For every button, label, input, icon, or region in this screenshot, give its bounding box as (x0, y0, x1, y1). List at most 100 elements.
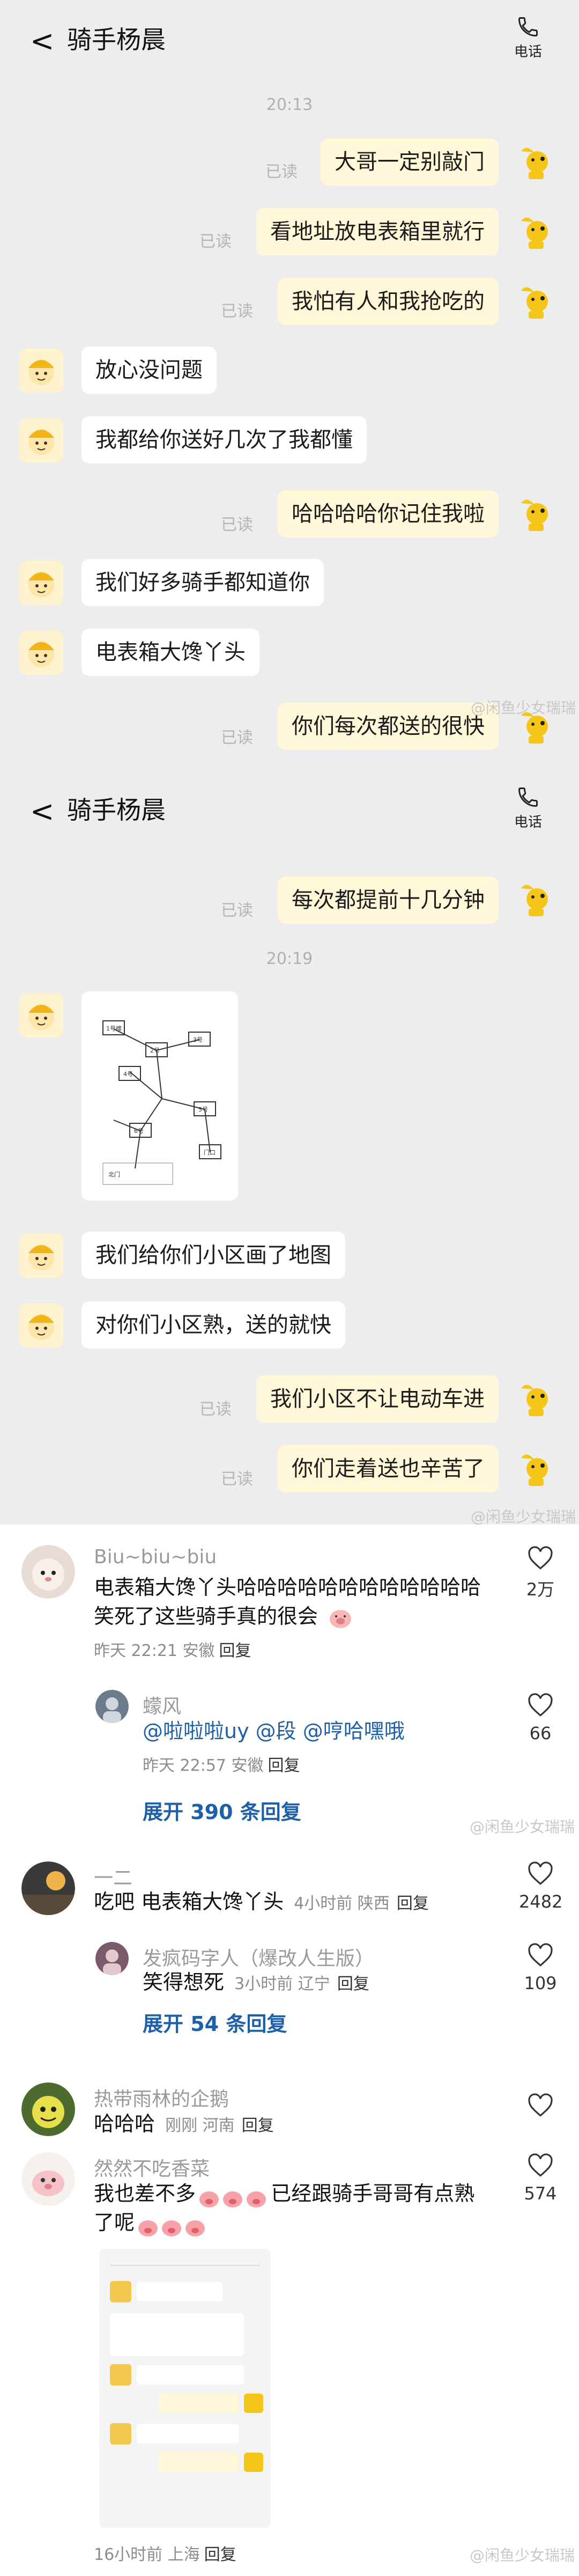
heart-icon (528, 1546, 553, 1570)
map-label: 门口 (204, 1149, 216, 1156)
watermark: @闲鱼少女瑞瑞 (470, 1508, 576, 1526)
read-status: 已读 (221, 516, 253, 534)
message-bubble[interactable]: 放心没问题 (81, 347, 217, 394)
chat-screenshot-thumbnail (99, 2249, 271, 2501)
reply-body: 笑得想死 3小时前 辽宁 回复 (143, 1968, 369, 1997)
phone-icon (518, 787, 538, 807)
user-avatar-icon[interactable] (21, 1861, 75, 1915)
phone-label: 电话 (514, 814, 542, 830)
comment-meta: 16小时前 上海 回复 (94, 2541, 236, 2565)
map-label: 4号 (123, 1071, 133, 1078)
message-bubble[interactable]: 对你们小区熟，送的就快 (81, 1301, 345, 1349)
message-bubble[interactable]: 电表箱大馋丫头 (81, 629, 259, 676)
dog-avatar-icon[interactable] (516, 1447, 560, 1491)
expand-replies-button[interactable]: 展开 54 条回复 (143, 2007, 287, 2037)
reply-button[interactable]: 回复 (397, 1894, 429, 1913)
dog-avatar-icon[interactable] (516, 280, 560, 324)
back-button[interactable]: < (30, 27, 54, 56)
pig-emoji-icon (330, 1610, 351, 1628)
like-count: 2万 (526, 1579, 555, 1600)
dog-avatar-icon[interactable] (516, 1378, 560, 1422)
read-status: 已读 (221, 728, 253, 747)
watermark: @闲鱼少女瑞瑞 (470, 699, 576, 717)
like-button[interactable]: 574 (519, 2153, 562, 2204)
comment-text: 哈哈哈 (94, 2112, 155, 2136)
like-button[interactable] (519, 2093, 562, 2120)
read-status: 已读 (221, 901, 253, 920)
hand-drawn-map-image[interactable]: 1号楼 2号 3号 4号 5号 6号 门口 北门 (81, 991, 238, 1201)
dog-avatar-icon[interactable] (516, 878, 560, 922)
phone-button[interactable]: 电话 (499, 15, 558, 61)
reply-username[interactable]: 蠓风 (143, 1691, 181, 1719)
message-bubble[interactable]: 你们每次都送的很快 (278, 703, 499, 750)
comment-section: Biu~biu~biu 电表箱大馋丫头哈哈哈哈哈哈哈哈哈哈哈哈 笑死了这些骑手真… (0, 1525, 579, 2576)
rider-avatar-icon[interactable] (19, 349, 63, 393)
like-button[interactable]: 2482 (519, 1861, 562, 1912)
reply-button[interactable]: 回复 (268, 1756, 300, 1775)
comment-time: 3小时前 辽宁 (234, 1975, 330, 1993)
phone-label: 电话 (514, 44, 542, 60)
read-status: 已读 (199, 232, 232, 251)
back-button[interactable]: < (30, 797, 54, 826)
message-bubble[interactable]: 看地址放电表箱里就行 (256, 208, 499, 255)
reply-button[interactable]: 回复 (219, 1642, 251, 1660)
reply-mentions[interactable]: @啦啦啦uy @段 @哼哈嘿哦 (143, 1717, 405, 1746)
rider-avatar-icon[interactable] (19, 993, 63, 1037)
user-avatar-icon[interactable] (95, 1942, 129, 1975)
timestamp: 20:13 (266, 95, 313, 114)
comment-body: 吃吧 电表箱大馋丫头 4小时前 陕西 回复 (94, 1887, 429, 1916)
chat-title: 骑手杨晨 (67, 796, 166, 825)
dog-avatar-icon[interactable] (516, 210, 560, 254)
attached-screenshot-image[interactable] (99, 2249, 271, 2528)
reply-button[interactable]: 回复 (204, 2545, 236, 2564)
message-bubble[interactable]: 我们好多骑手都知道你 (81, 559, 324, 606)
comment-username[interactable]: 热带雨林的企鹅 (94, 2084, 229, 2111)
comment-text: 电表箱大馋丫头哈哈哈哈哈哈哈哈哈哈哈哈 (94, 1576, 481, 1599)
like-button[interactable]: 66 (519, 1693, 562, 1743)
reply-button[interactable]: 回复 (337, 1975, 369, 1993)
rider-avatar-icon[interactable] (19, 1304, 63, 1348)
expand-replies-button[interactable]: 展开 390 条回复 (143, 1795, 301, 1825)
comment-text: 我也差不多 (94, 2182, 196, 2205)
user-avatar-icon[interactable] (21, 2152, 75, 2206)
message-bubble[interactable]: 哈哈哈哈你记住我啦 (278, 490, 499, 538)
message-bubble[interactable]: 我怕有人和我抢吃的 (278, 278, 499, 325)
message-bubble[interactable]: 每次都提前十几分钟 (278, 877, 499, 924)
comment-meta: 昨天 22:21 安徽 回复 (94, 1637, 251, 1661)
rider-avatar-icon[interactable] (19, 1234, 63, 1278)
rider-avatar-icon[interactable] (19, 418, 63, 462)
message-bubble[interactable]: 你们走着送也辛苦了 (278, 1445, 499, 1492)
heart-icon (528, 1943, 553, 1967)
like-button[interactable]: 2万 (519, 1546, 562, 1601)
pig-emoji-icon (199, 2191, 266, 2207)
comment-username[interactable]: 一二 (94, 1863, 132, 1890)
like-count: 2482 (519, 1891, 563, 1912)
comment-username[interactable]: Biu~biu~biu (94, 1546, 217, 1568)
message-bubble[interactable]: 我们给你们小区画了地图 (81, 1232, 345, 1279)
user-avatar-icon[interactable] (95, 1690, 129, 1723)
user-avatar-icon[interactable] (21, 1545, 75, 1599)
comment-username[interactable]: 然然不吃香菜 (94, 2153, 210, 2181)
phone-button[interactable]: 电话 (499, 785, 558, 831)
dog-avatar-icon[interactable] (516, 141, 560, 185)
reply-button[interactable]: 回复 (242, 2116, 274, 2135)
message-bubble[interactable]: 我们小区不让电动车进 (256, 1375, 499, 1423)
heart-icon (528, 2153, 553, 2177)
like-count: 66 (529, 1723, 552, 1743)
reply-username[interactable]: 发疯码字人（爆改人生版） (143, 1943, 374, 1971)
map-label: 5号 (198, 1106, 208, 1113)
timestamp: 20:19 (266, 950, 313, 968)
like-count: 574 (524, 2183, 557, 2204)
read-status: 已读 (221, 302, 253, 321)
map-label: 6号 (134, 1128, 144, 1135)
dog-avatar-icon[interactable] (516, 492, 560, 536)
rider-avatar-icon[interactable] (19, 631, 63, 675)
message-bubble[interactable]: 我都给你送好几次了我都懂 (81, 416, 367, 463)
comment-body: 我也差不多 已经跟骑手哥哥有点熟 (94, 2179, 474, 2209)
comment-body-line2: 了呢 (94, 2208, 207, 2238)
rider-avatar-icon[interactable] (19, 561, 63, 605)
like-button[interactable]: 109 (519, 1943, 562, 1993)
message-bubble[interactable]: 大哥一定别敲门 (321, 138, 499, 186)
user-avatar-icon[interactable] (21, 2082, 75, 2136)
comment-text: 笑死了这些骑手真的很会 (94, 1605, 318, 1628)
